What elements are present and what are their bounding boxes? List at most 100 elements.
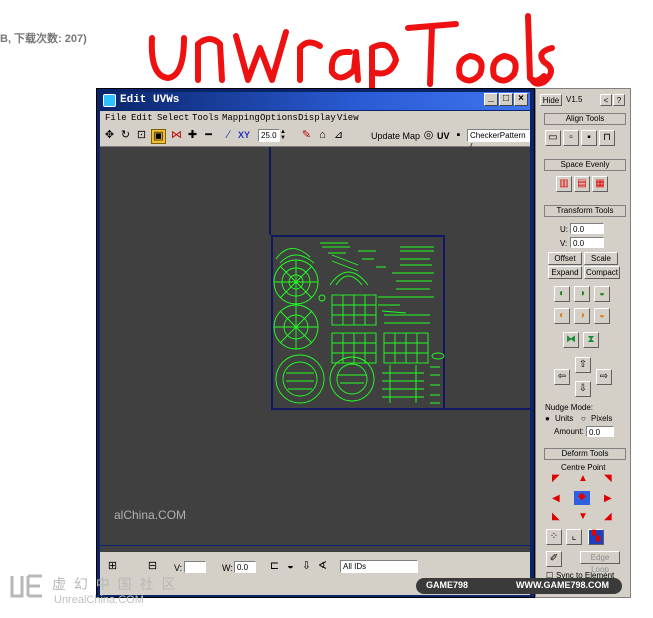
hide-button[interactable]: Hide bbox=[540, 94, 562, 106]
expand-selection-icon[interactable]: ✚ bbox=[186, 129, 199, 142]
uv-viewport[interactable] bbox=[100, 147, 530, 545]
logo-chinese: 虚 幻 中 国 社 区 bbox=[52, 576, 178, 592]
amount-field[interactable]: 0.0 bbox=[586, 426, 614, 437]
mirror-icon[interactable]: ⋈ bbox=[170, 129, 183, 142]
snap-icon[interactable]: ⊏ bbox=[268, 560, 281, 573]
flip-left-icon[interactable]: ◐ bbox=[554, 308, 570, 324]
unwrap-tools-panel: Hide V1.5 < ? Align Tools ▭ ▫ ▪ ⊓ Space … bbox=[535, 88, 631, 598]
align-horizontal-icon[interactable]: ▭ bbox=[545, 130, 561, 146]
pixels-radio[interactable]: ○ bbox=[581, 414, 586, 423]
globe-icon[interactable]: ◎ bbox=[422, 129, 435, 142]
absolute-offset-icon[interactable]: ⊞ bbox=[106, 560, 119, 573]
hide-icon[interactable]: ⊿ bbox=[332, 129, 345, 142]
corner-br-icon[interactable]: ◢ bbox=[604, 511, 612, 522]
flip-right-icon[interactable]: ◑ bbox=[574, 308, 590, 324]
rotate-left-icon[interactable]: ◐ bbox=[554, 286, 570, 302]
v-field-panel[interactable]: 0.0 bbox=[570, 237, 604, 248]
zoom-value-field[interactable]: 25.0 bbox=[258, 129, 280, 142]
space-vertical-icon[interactable]: ▤ bbox=[574, 176, 590, 192]
amount-label: Amount: bbox=[554, 427, 584, 436]
units-radio[interactable]: ● bbox=[545, 414, 550, 423]
flip-free-icon[interactable]: ◒ bbox=[594, 308, 610, 324]
corner-bl-icon[interactable]: ◣ bbox=[552, 511, 560, 522]
texture-dropdown[interactable]: CheckerPattern ( bbox=[467, 129, 530, 151]
align-row-icon[interactable]: ▫ bbox=[563, 130, 579, 146]
lock-icon[interactable]: ⌂ bbox=[316, 129, 329, 142]
menu-tools[interactable]: Tools bbox=[192, 113, 219, 123]
uv-toggle[interactable]: UV bbox=[437, 131, 450, 141]
u-field[interactable]: 0.0 bbox=[570, 223, 604, 234]
align-vertical-icon[interactable]: ⊓ bbox=[599, 130, 615, 146]
scale-button[interactable]: Scale bbox=[584, 252, 618, 265]
edge-select-icon[interactable]: ⌞ bbox=[566, 529, 582, 545]
menu-select[interactable]: Select bbox=[157, 113, 189, 123]
weld-icon[interactable]: ◒ bbox=[284, 560, 297, 573]
maximize-button[interactable]: □ bbox=[499, 93, 513, 106]
edge-top-icon[interactable]: ▲ bbox=[578, 473, 588, 484]
nudge-down-icon[interactable]: ⇩ bbox=[575, 381, 591, 397]
space-evenly-header[interactable]: Space Evenly bbox=[544, 159, 626, 171]
break-icon[interactable]: ∕ bbox=[222, 129, 235, 142]
v-field[interactable] bbox=[184, 561, 206, 573]
back-button[interactable]: < bbox=[600, 94, 612, 106]
menu-options[interactable]: Options bbox=[260, 113, 298, 123]
rotate-icon[interactable]: ↻ bbox=[119, 129, 132, 142]
contract-selection-icon[interactable]: ━ bbox=[202, 129, 215, 142]
pick-icon[interactable]: ✎ bbox=[300, 129, 313, 142]
edge-bottom-icon[interactable]: ▼ bbox=[578, 511, 588, 522]
window-title: Edit UVWs bbox=[120, 94, 180, 106]
space-horizontal-icon[interactable]: ▥ bbox=[556, 176, 572, 192]
menu-edit[interactable]: Edit bbox=[131, 113, 153, 123]
menu-file[interactable]: File bbox=[105, 113, 127, 123]
mirror-v-icon[interactable]: ⧗ bbox=[583, 332, 599, 348]
v-label-panel: V: bbox=[560, 239, 568, 248]
game-badge-right: WWW.GAME798.COM bbox=[516, 580, 610, 590]
vertex-grid-icon[interactable]: ⁘ bbox=[546, 529, 562, 545]
compact-button[interactable]: Compact bbox=[584, 266, 620, 279]
filter-icon[interactable]: ⇩ bbox=[300, 560, 313, 573]
scale-icon[interactable]: ⊡ bbox=[135, 129, 148, 142]
w-field[interactable]: 0.0 bbox=[234, 561, 256, 573]
face-select-icon[interactable]: ▚ bbox=[588, 529, 604, 545]
rotate-free-icon[interactable]: ◒ bbox=[594, 286, 610, 302]
rotate-right-icon[interactable]: ◑ bbox=[574, 286, 590, 302]
close-button[interactable]: × bbox=[514, 93, 528, 106]
axis-label[interactable]: XY bbox=[238, 130, 250, 140]
edge-right-icon[interactable]: ▶ bbox=[604, 493, 612, 504]
minimize-button[interactable]: _ bbox=[484, 93, 498, 106]
menu-mapping[interactable]: Mapping bbox=[222, 113, 260, 123]
version-label: V1.5 bbox=[566, 95, 583, 104]
expand-button[interactable]: Expand bbox=[548, 266, 582, 279]
nudge-right-icon[interactable]: ⇨ bbox=[596, 369, 612, 385]
center-icon[interactable]: ◆ bbox=[574, 491, 590, 505]
corner-tl-icon[interactable]: ◤ bbox=[552, 473, 560, 484]
align-tools-header[interactable]: Align Tools bbox=[544, 113, 626, 125]
nudge-up-icon[interactable]: ⇧ bbox=[575, 357, 591, 373]
unreal-logo bbox=[8, 572, 48, 606]
deform-tools-header[interactable]: Deform Tools bbox=[544, 448, 626, 460]
freeform-icon[interactable]: ▣ bbox=[151, 129, 166, 144]
nudge-left-icon[interactable]: ⇦ bbox=[554, 369, 570, 385]
align-column-icon[interactable]: ▪ bbox=[581, 130, 597, 146]
move-icon[interactable]: ✥ bbox=[103, 129, 116, 142]
help-button[interactable]: ? bbox=[613, 94, 625, 106]
corner-tr-icon[interactable]: ◥ bbox=[604, 473, 612, 484]
menu-display[interactable]: Display bbox=[298, 113, 336, 123]
logo-english: UnrealChina.COM bbox=[54, 594, 144, 606]
offset-button[interactable]: Offset bbox=[548, 252, 582, 265]
transform-tools-header[interactable]: Transform Tools bbox=[544, 205, 626, 217]
menu-view[interactable]: View bbox=[337, 113, 359, 123]
zoom-spinner[interactable]: ▲ ▼ bbox=[280, 129, 288, 142]
paint-icon[interactable]: ∢ bbox=[316, 560, 329, 573]
edge-loop-button[interactable]: Edge Loop bbox=[580, 551, 620, 574]
checker-icon[interactable]: ▪ bbox=[452, 129, 465, 142]
window-titlebar[interactable]: Edit UVWs _ □ × bbox=[100, 92, 530, 110]
edge-left-icon[interactable]: ◀ bbox=[552, 493, 560, 504]
app-icon bbox=[103, 94, 116, 107]
lock-axis-icon[interactable]: ⊟ bbox=[146, 560, 159, 573]
mirror-h-icon[interactable]: ⧓ bbox=[563, 332, 579, 348]
id-filter-dropdown[interactable]: All IDs bbox=[340, 560, 418, 573]
update-map-button[interactable]: Update Map bbox=[371, 131, 420, 141]
space-grid-icon[interactable]: ▦ bbox=[592, 176, 608, 192]
brush-icon[interactable]: ✐ bbox=[546, 551, 562, 567]
